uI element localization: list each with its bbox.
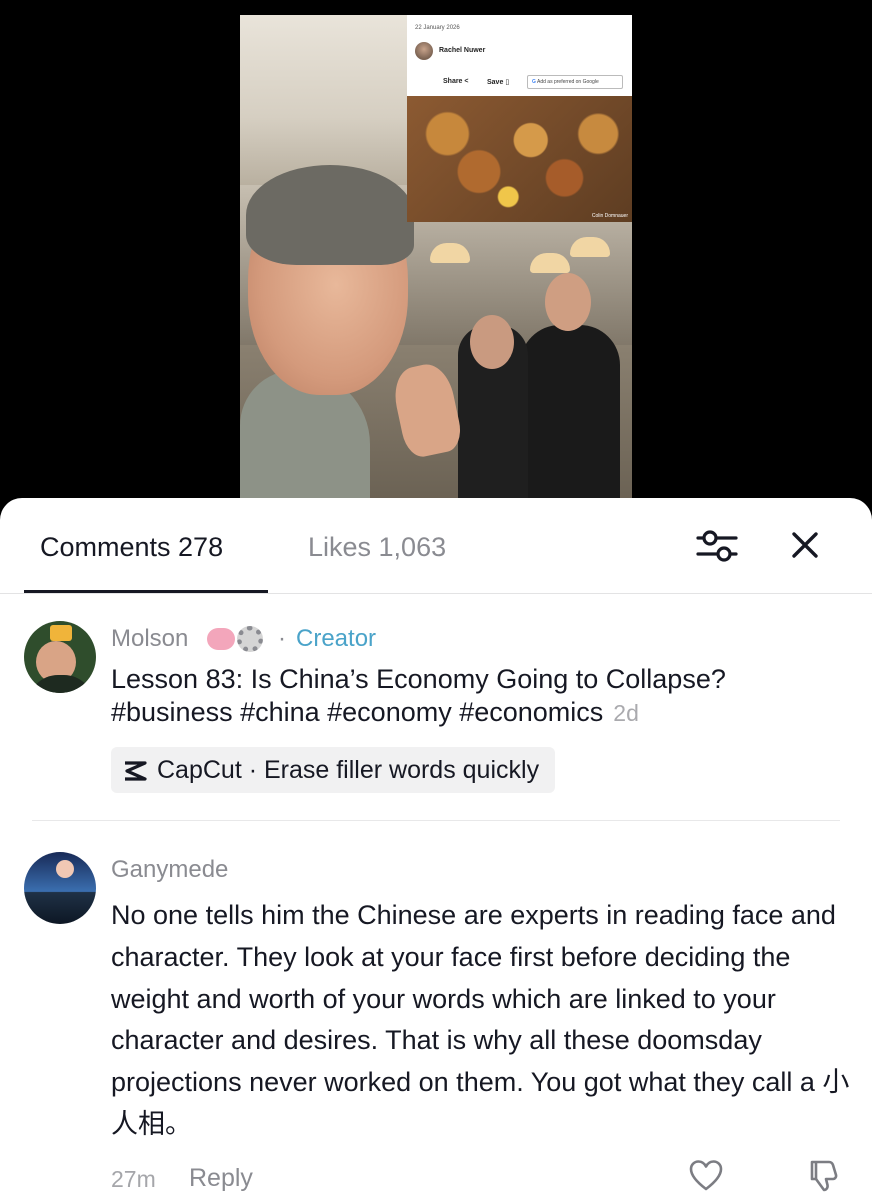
comment-author[interactable]: Ganymede — [111, 856, 228, 884]
author-avatar — [415, 42, 433, 60]
comment-text: No one tells him the Chinese are experts… — [111, 900, 850, 1139]
sliders-icon — [696, 530, 738, 562]
moon-shape — [56, 860, 74, 878]
separator-dot: · — [278, 625, 286, 652]
tab-comments[interactable]: Comments 278 — [40, 532, 223, 563]
heart-icon — [689, 1160, 723, 1191]
dislike-button[interactable] — [805, 1158, 841, 1194]
google-preferred-button: G Add as preferred on Google — [527, 75, 623, 89]
capcut-icon — [125, 761, 147, 781]
share-icon: < — [464, 78, 469, 85]
comment-time: 2d — [613, 700, 639, 726]
google-label: Add as preferred on Google — [537, 79, 599, 85]
save-button: Save ▯ — [487, 78, 509, 86]
comment-divider — [32, 820, 840, 821]
comment-text: Lesson 83: Is China’s Economy Going to C… — [111, 663, 841, 730]
avatar[interactable] — [24, 852, 96, 924]
reply-button[interactable]: Reply — [189, 1164, 253, 1193]
lamp-shade — [570, 237, 610, 257]
lamp-shade — [430, 243, 470, 263]
presenter-hair — [246, 165, 414, 265]
google-icon: G — [532, 79, 536, 85]
creator-label: Creator — [296, 625, 377, 652]
article-date: 22 January 2026 — [415, 25, 460, 31]
close-icon — [792, 532, 818, 558]
close-button[interactable] — [784, 526, 826, 566]
logo-badge — [50, 625, 72, 641]
comments-sheet: Comments 278 Likes 1,063 Molson · Creato… — [0, 498, 872, 1200]
gear-icon — [237, 626, 263, 653]
mushroom-photo: Colin Domnauer — [407, 96, 632, 222]
comment-time: 27m — [111, 1166, 156, 1192]
avatar[interactable] — [24, 621, 96, 693]
share-label: Share — [443, 78, 463, 85]
filter-button[interactable] — [694, 526, 740, 566]
comment-author[interactable]: Molson — [111, 625, 188, 653]
article-overlay: 22 January 2026 Rachel Nuwer Share < Sav… — [407, 15, 632, 96]
worker-head — [470, 315, 514, 369]
worker-head — [545, 273, 591, 331]
avatar-body — [28, 675, 94, 693]
tab-likes[interactable]: Likes 1,063 — [308, 532, 446, 563]
bookmark-icon: ▯ — [505, 79, 510, 86]
thumbs-down-icon — [810, 1160, 838, 1192]
tab-divider — [0, 593, 872, 594]
share-button: Share < — [443, 78, 469, 85]
author-badges — [207, 622, 263, 653]
video-player[interactable]: 22 January 2026 Rachel Nuwer Share < Sav… — [0, 0, 872, 520]
lamp-shade — [530, 253, 570, 273]
capcut-chip[interactable]: CapCut · Erase filler words quickly — [111, 747, 556, 793]
worker-figure — [520, 325, 620, 499]
article-author: Rachel Nuwer — [439, 47, 486, 54]
save-label: Save — [487, 79, 504, 86]
like-button[interactable] — [688, 1158, 724, 1194]
photo-credit: Colin Domnauer — [591, 213, 628, 219]
capcut-label: CapCut · Erase filler words quickly — [157, 756, 540, 784]
brain-icon — [207, 628, 235, 651]
